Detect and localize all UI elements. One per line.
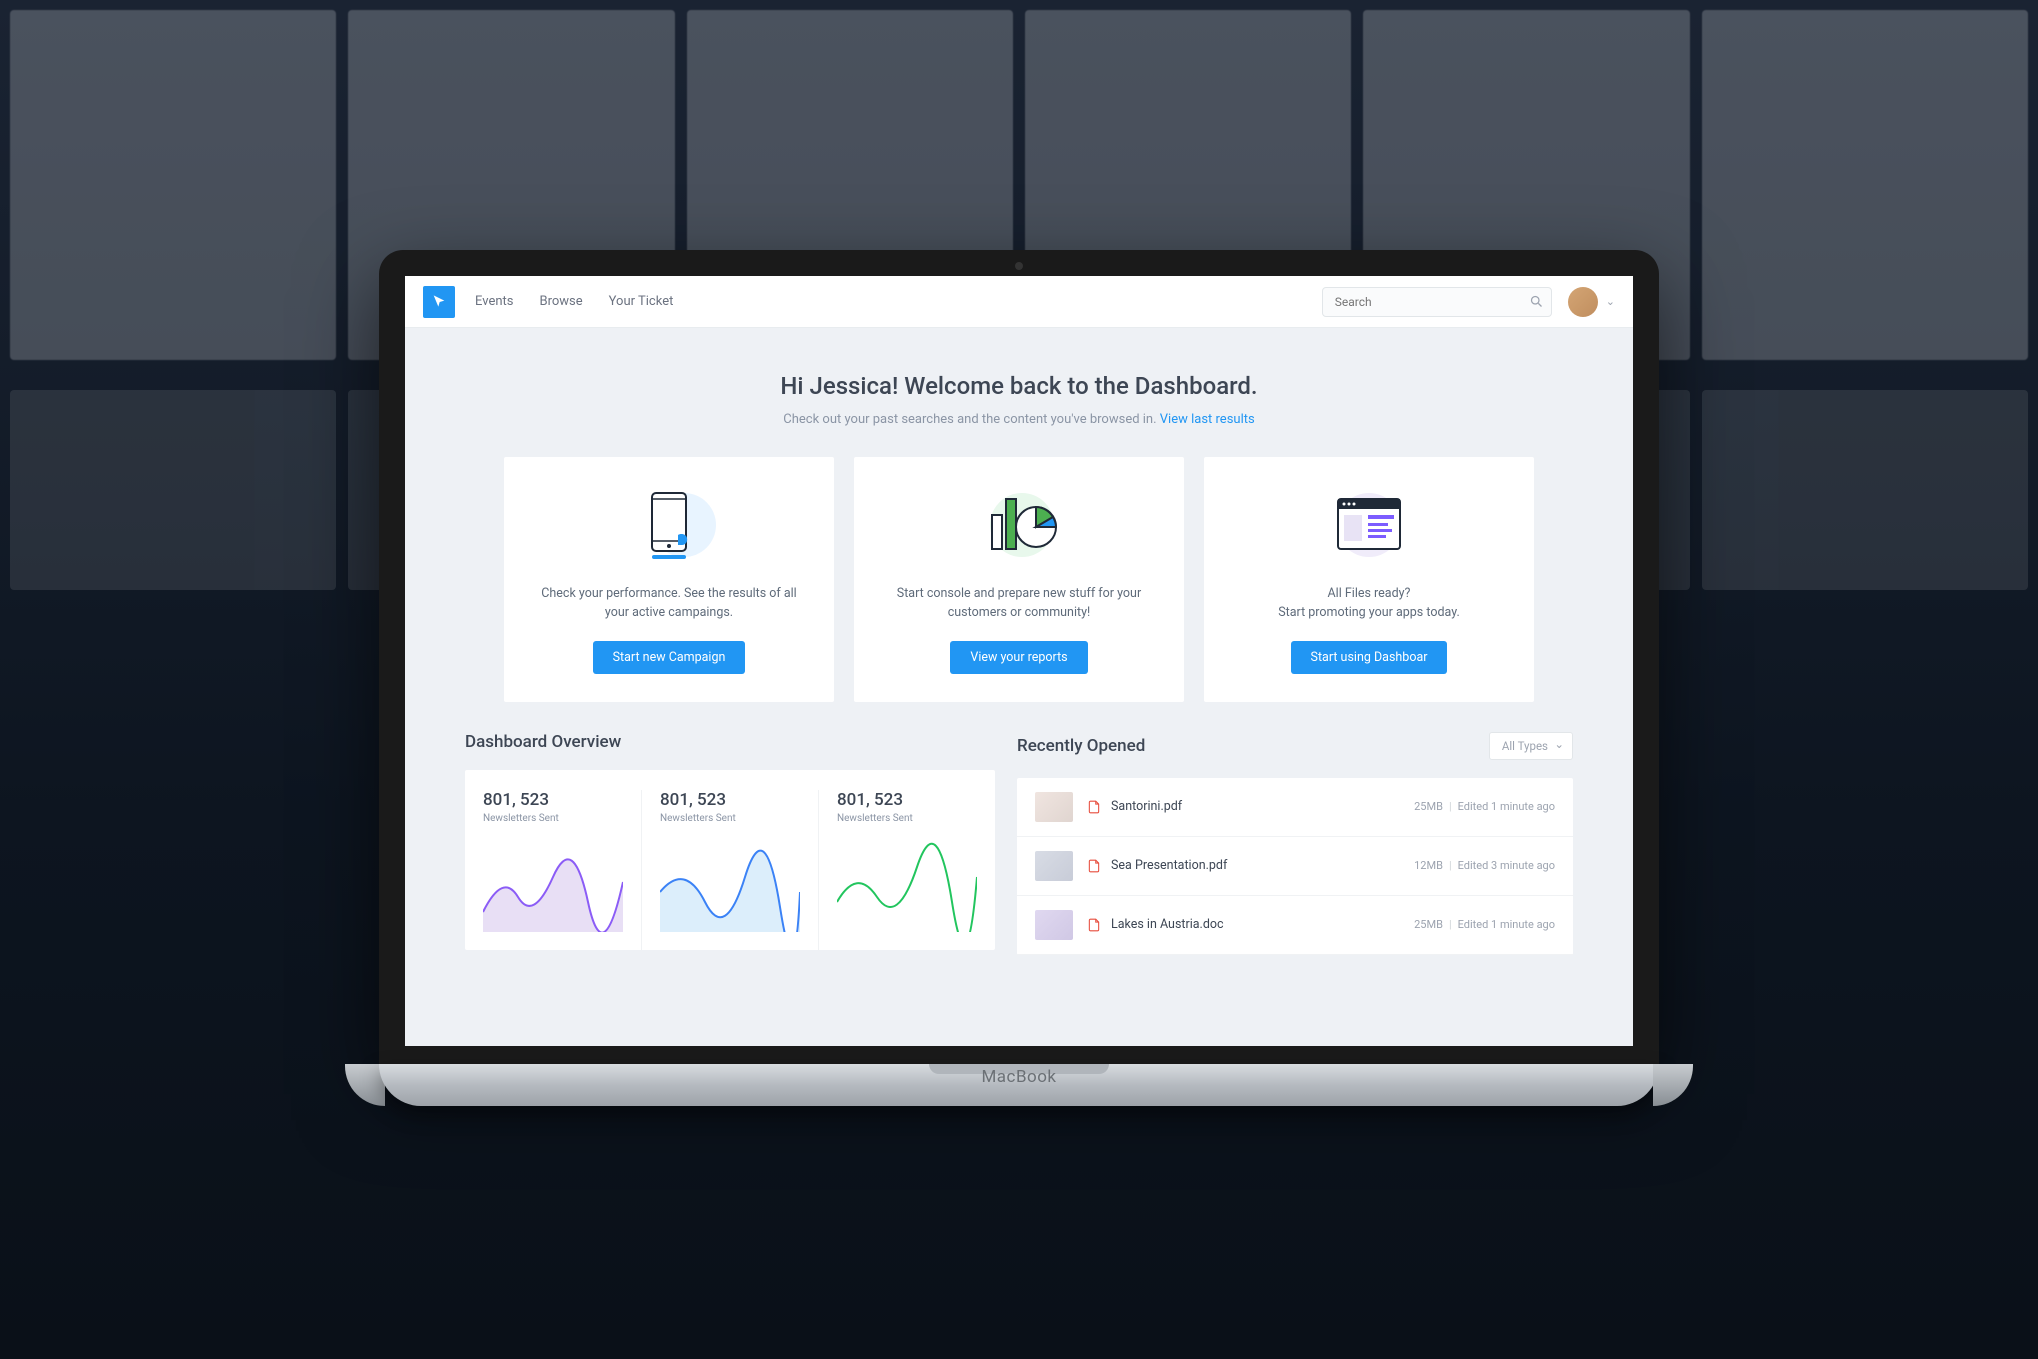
welcome-section: Hi Jessica! Welcome back to the Dashboar…: [405, 328, 1633, 457]
browser-illustration: [1309, 485, 1429, 565]
sparkline-purple: [483, 842, 623, 932]
file-meta: 25MB|Edited 1 minute ago: [1414, 800, 1555, 813]
stat-2-label: Newsletters Sent: [660, 813, 800, 824]
overview-card: 801, 523 Newsletters Sent 801, 523 Newsl…: [465, 770, 995, 950]
stat-1-label: Newsletters Sent: [483, 813, 623, 824]
user-avatar[interactable]: [1568, 287, 1598, 317]
cursor-icon: [431, 294, 447, 310]
stat-2-value: 801, 523: [660, 790, 800, 810]
chart-illustration: [959, 485, 1079, 565]
file-meta: 25MB|Edited 1 minute ago: [1414, 918, 1555, 931]
stat-3: 801, 523 Newsletters Sent: [819, 790, 995, 950]
nav-events[interactable]: Events: [475, 294, 513, 309]
recent-row[interactable]: Santorini.pdf 25MB|Edited 1 minute ago: [1017, 778, 1573, 837]
lower-section: Dashboard Overview 801, 523 Newsletters …: [405, 702, 1633, 955]
stat-2: 801, 523 Newsletters Sent: [642, 790, 819, 950]
card-files-text: All Files ready?Start promoting your app…: [1228, 585, 1510, 623]
phone-illustration: [609, 485, 729, 565]
stat-3-label: Newsletters Sent: [837, 813, 977, 824]
action-cards: Check your performance. See the results …: [405, 457, 1633, 702]
card-reports-text: Start console and prepare new stuff for …: [878, 585, 1160, 623]
app-screen: Events Browse Your Ticket ⌄ Hi Jessica! …: [405, 276, 1633, 1046]
start-campaign-button[interactable]: Start new Campaign: [593, 641, 746, 674]
dashboard-overview: Dashboard Overview 801, 523 Newsletters …: [465, 732, 995, 955]
search-icon[interactable]: [1529, 294, 1544, 313]
stat-3-value: 801, 523: [837, 790, 977, 810]
recently-opened: Recently Opened All Types Santorini.pdf …: [1017, 732, 1573, 955]
file-meta: 12MB|Edited 3 minute ago: [1414, 859, 1555, 872]
recent-row[interactable]: Lakes in Austria.doc 25MB|Edited 1 minut…: [1017, 896, 1573, 955]
card-campaign: Check your performance. See the results …: [504, 457, 834, 702]
welcome-title: Hi Jessica! Welcome back to the Dashboar…: [425, 372, 1613, 400]
macbook-mockup: Events Browse Your Ticket ⌄ Hi Jessica! …: [379, 250, 1659, 1106]
file-name: Santorini.pdf: [1111, 799, 1182, 814]
recent-title: Recently Opened: [1017, 736, 1145, 756]
main-nav: Events Browse Your Ticket: [475, 294, 673, 309]
device-label: MacBook: [981, 1067, 1056, 1087]
file-name: Lakes in Austria.doc: [1111, 917, 1224, 932]
stat-1-value: 801, 523: [483, 790, 623, 810]
file-thumbnail: [1035, 910, 1073, 940]
start-dashboard-button[interactable]: Start using Dashboar: [1291, 641, 1448, 674]
sparkline-green: [837, 842, 977, 932]
welcome-subtitle-text: Check out your past searches and the con…: [783, 412, 1159, 427]
card-files: All Files ready?Start promoting your app…: [1204, 457, 1534, 702]
sparkline-blue: [660, 842, 800, 932]
recent-row[interactable]: Sea Presentation.pdf 12MB|Edited 3 minut…: [1017, 837, 1573, 896]
stat-1: 801, 523 Newsletters Sent: [465, 790, 642, 950]
card-campaign-text: Check your performance. See the results …: [528, 585, 810, 623]
app-header: Events Browse Your Ticket ⌄: [405, 276, 1633, 328]
card-reports: Start console and prepare new stuff for …: [854, 457, 1184, 702]
pdf-icon: [1087, 858, 1101, 874]
app-logo[interactable]: [423, 286, 455, 318]
doc-icon: [1087, 917, 1101, 933]
nav-browse[interactable]: Browse: [539, 294, 582, 309]
chevron-down-icon[interactable]: ⌄: [1606, 295, 1615, 308]
view-last-results-link[interactable]: View last results: [1160, 412, 1255, 427]
type-filter-dropdown[interactable]: All Types: [1489, 732, 1573, 760]
screen-frame: Events Browse Your Ticket ⌄ Hi Jessica! …: [379, 250, 1659, 1064]
welcome-subtitle: Check out your past searches and the con…: [425, 412, 1613, 427]
recent-header: Recently Opened All Types: [1017, 732, 1573, 760]
search-box: [1322, 287, 1552, 317]
recent-list: Santorini.pdf 25MB|Edited 1 minute ago S…: [1017, 778, 1573, 955]
macbook-base: MacBook: [379, 1064, 1659, 1106]
nav-ticket[interactable]: Your Ticket: [609, 294, 674, 309]
file-thumbnail: [1035, 851, 1073, 881]
search-input[interactable]: [1322, 287, 1552, 317]
view-reports-button[interactable]: View your reports: [950, 641, 1087, 674]
overview-title: Dashboard Overview: [465, 732, 995, 752]
pdf-icon: [1087, 799, 1101, 815]
file-thumbnail: [1035, 792, 1073, 822]
camera-icon: [1015, 262, 1023, 270]
file-name: Sea Presentation.pdf: [1111, 858, 1227, 873]
